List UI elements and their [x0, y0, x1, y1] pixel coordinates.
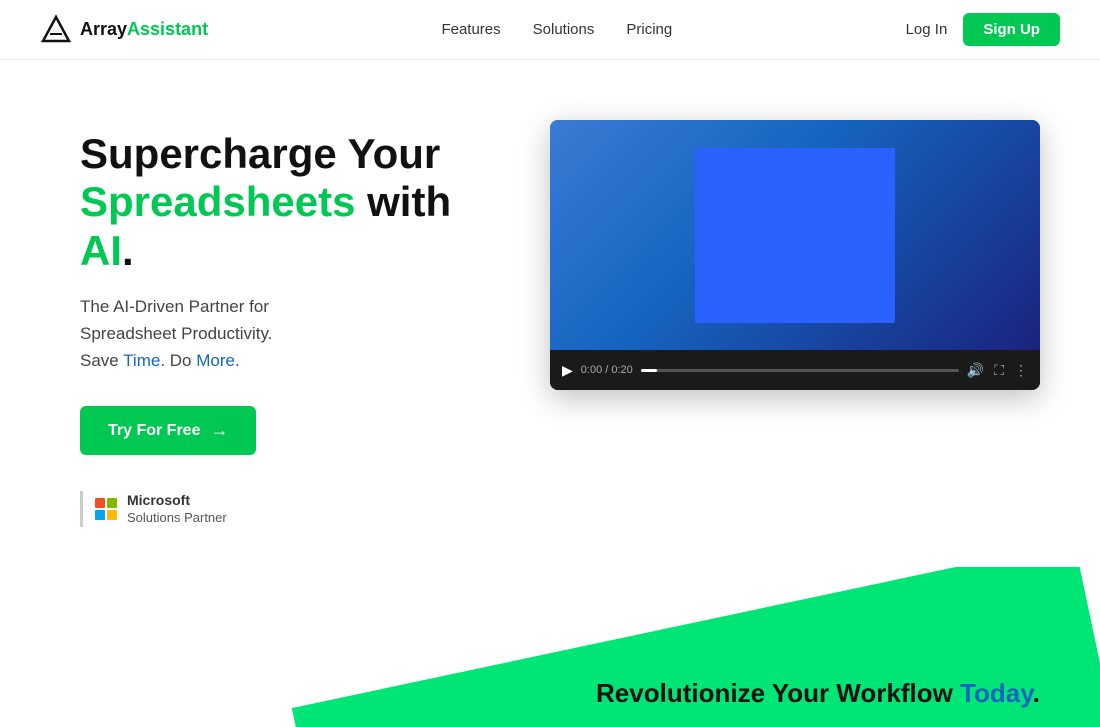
ms-sq-red [95, 498, 105, 508]
play-button[interactable]: ▶ [562, 362, 573, 379]
more-icon[interactable]: ⋮ [1014, 362, 1028, 379]
login-button[interactable]: Log In [906, 21, 948, 38]
ms-sq-green [107, 498, 117, 508]
signup-button[interactable]: Sign Up [963, 13, 1060, 46]
logo[interactable]: ArrayAssistant [40, 14, 208, 46]
video-time: 0:00 / 0:20 [581, 364, 633, 376]
arrow-icon: → [210, 420, 228, 441]
hero-title: Supercharge Your Spreadsheets with AI. [80, 130, 500, 275]
nav-pricing[interactable]: Pricing [626, 21, 672, 38]
video-thumbnail [695, 148, 895, 323]
volume-icon[interactable]: 🔊 [967, 362, 984, 379]
ms-sq-blue [95, 510, 105, 520]
microsoft-logo [95, 498, 117, 520]
hero-section: Supercharge Your Spreadsheets with AI. T… [0, 60, 1100, 567]
logo-icon [40, 14, 72, 46]
nav-links: Features Solutions Pricing [441, 21, 672, 38]
logo-text: ArrayAssistant [80, 19, 208, 40]
bottom-section: Revolutionize Your Workflow Today. [0, 567, 1100, 727]
hero-left: Supercharge Your Spreadsheets with AI. T… [80, 120, 500, 527]
video-progress-fill [641, 369, 657, 372]
video-screen [550, 120, 1040, 350]
try-for-free-button[interactable]: Try For Free → [80, 406, 256, 455]
bottom-cta-text: Revolutionize Your Workflow Today. [596, 678, 1040, 709]
nav-solutions[interactable]: Solutions [533, 21, 595, 38]
video-player[interactable]: ▶ 0:00 / 0:20 🔊 ⛶ ⋮ [550, 120, 1040, 390]
fullscreen-icon[interactable]: ⛶ [994, 362, 1004, 379]
nav-actions: Log In Sign Up [906, 13, 1060, 46]
ms-text: Microsoft Solutions Partner [127, 491, 227, 526]
navbar: ArrayAssistant Features Solutions Pricin… [0, 0, 1100, 60]
video-control-icons: 🔊 ⛶ ⋮ [967, 362, 1028, 379]
hero-right: ▶ 0:00 / 0:20 🔊 ⛶ ⋮ [550, 120, 1040, 390]
microsoft-badge: Microsoft Solutions Partner [80, 491, 500, 526]
try-for-free-label: Try For Free [108, 422, 200, 440]
ms-sq-yellow [107, 510, 117, 520]
video-controls: ▶ 0:00 / 0:20 🔊 ⛶ ⋮ [550, 350, 1040, 390]
nav-features[interactable]: Features [441, 21, 500, 38]
hero-subtitle: The AI-Driven Partner for Spreadsheet Pr… [80, 293, 500, 375]
video-progress-bar[interactable] [641, 369, 959, 372]
